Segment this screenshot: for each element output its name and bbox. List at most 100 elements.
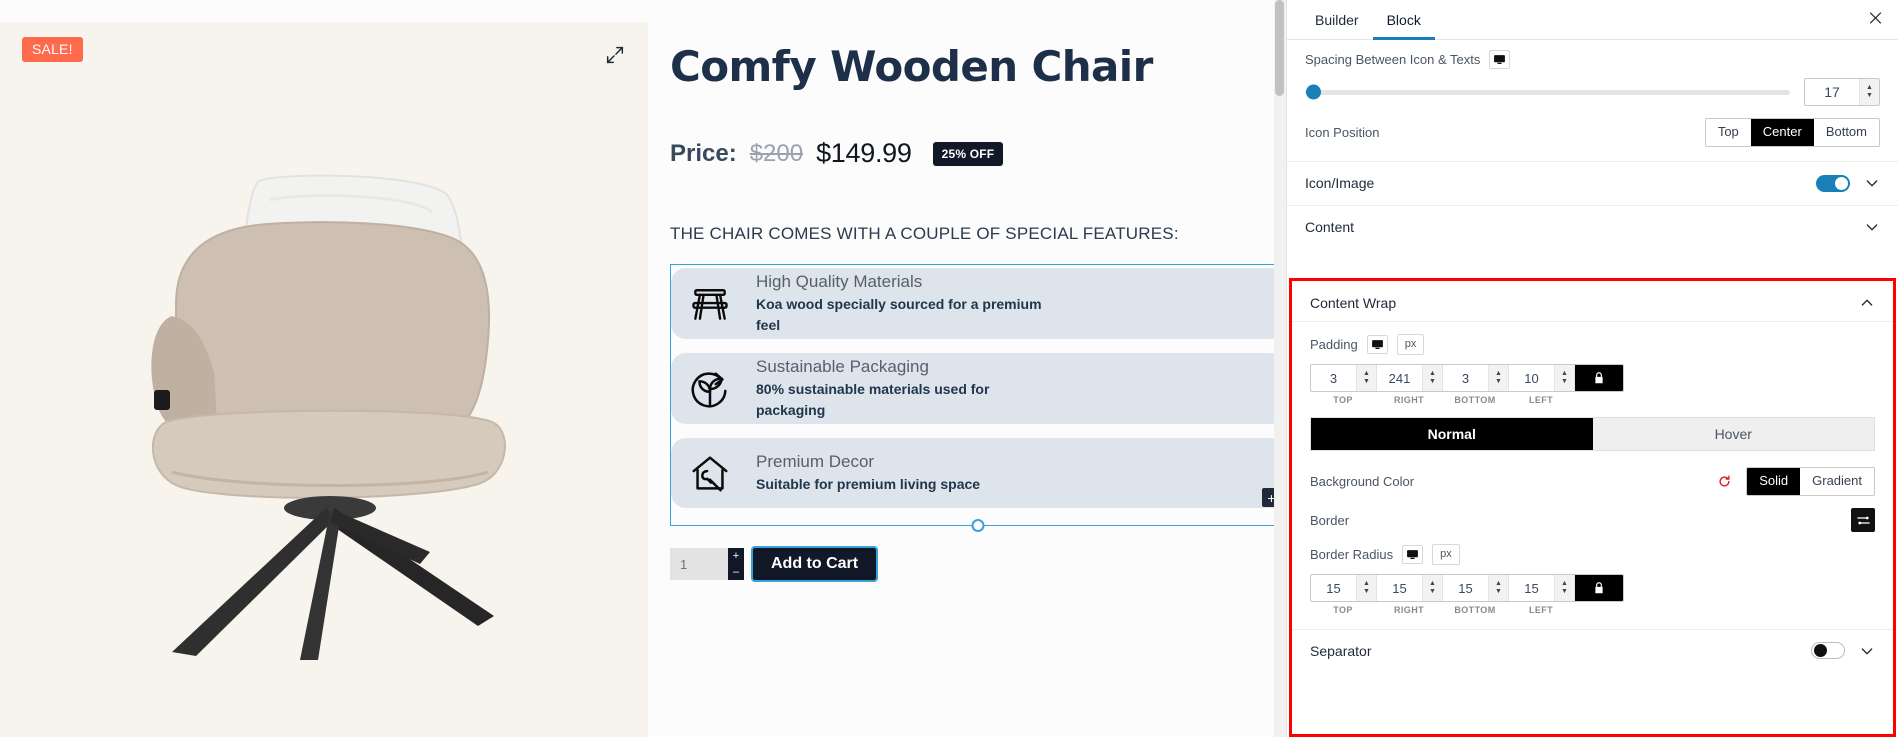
spinner-down-icon[interactable]: ▼ [1866,92,1873,99]
icon-position-segmented[interactable]: Top Center Bottom [1704,118,1880,147]
spacing-slider-thumb[interactable] [1306,84,1321,100]
separator-toggle[interactable] [1811,642,1845,660]
section-content-wrap[interactable]: Content Wrap [1292,281,1893,321]
spinner-down-icon[interactable]: ▼ [1429,378,1436,385]
chevron-down-icon[interactable] [1864,219,1880,235]
background-type-gradient[interactable]: Gradient [1800,468,1874,496]
border-radius-top-field[interactable]: ▲▼ [1311,575,1377,602]
chevron-up-icon[interactable] [1859,295,1875,311]
icon-position-center[interactable]: Center [1750,119,1814,146]
padding-right-field[interactable]: ▲▼ [1377,365,1443,392]
product-details: Comfy Wooden Chair Price: $200 $149.99 2… [648,0,1286,737]
panel-header: Builder Block [1287,0,1898,40]
spinner-down-icon[interactable]: ▼ [1561,588,1568,595]
icon-position-top[interactable]: Top [1705,119,1751,146]
padding-unit-px[interactable]: px [1396,334,1425,356]
quantity-increase-button[interactable]: + [728,548,744,565]
close-icon[interactable] [1867,9,1884,30]
spacing-slider-row: ▲ ▼ [1287,69,1898,118]
padding-right-input[interactable] [1377,370,1422,386]
chevron-down-icon[interactable] [1859,643,1875,659]
spinner-up-icon[interactable]: ▲ [1429,370,1436,377]
product-gallery: SALE! [0,22,648,737]
expand-icon[interactable] [604,44,626,66]
border-radius-unit-px[interactable]: px [1432,544,1460,566]
padding-lock-icon[interactable] [1575,365,1623,392]
desktop-icon[interactable] [1402,545,1424,565]
canvas-scrollbar[interactable] [1274,0,1286,737]
spinner-up-icon[interactable]: ▲ [1495,370,1502,377]
padding-caption-top: TOP [1333,395,1353,406]
spinner-up-icon[interactable]: ▲ [1561,370,1568,377]
add-to-cart-button[interactable]: Add to Cart [750,546,879,583]
padding-bottom-input[interactable] [1443,370,1488,386]
section-separator[interactable]: Separator [1292,630,1893,672]
spinner-up-icon[interactable]: ▲ [1495,580,1502,587]
padding-top-field[interactable]: ▲▼ [1311,365,1377,392]
spinner-down-icon[interactable]: ▼ [1561,378,1568,385]
section-icon-image[interactable]: Icon/Image [1287,162,1898,205]
background-type-segmented[interactable]: Solid Gradient [1746,467,1875,497]
tab-block[interactable]: Block [1373,0,1435,40]
background-color-label: Background Color [1310,474,1415,490]
section-content[interactable]: Content [1287,206,1898,248]
canvas-scrollbar-thumb[interactable] [1275,0,1284,96]
padding-bottom-field[interactable]: ▲▼ [1443,365,1509,392]
sliders-icon[interactable] [1851,508,1875,533]
spinner-up-icon[interactable]: ▲ [1561,580,1568,587]
padding-left-input[interactable] [1509,370,1554,386]
spinner-up-icon[interactable]: ▲ [1363,370,1370,377]
state-tabs[interactable]: Normal Hover [1310,417,1875,452]
quantity-stepper[interactable]: + – [670,548,744,581]
spinner-down-icon[interactable]: ▼ [1363,378,1370,385]
cart-row: + – Add to Cart [670,546,1286,583]
tab-builder[interactable]: Builder [1301,0,1373,40]
spinner-down-icon[interactable]: ▼ [1495,378,1502,385]
icon-position-bottom[interactable]: Bottom [1813,119,1879,146]
spacing-input[interactable] [1805,84,1859,100]
border-radius-right-field[interactable]: ▲▼ [1377,575,1443,602]
feature-title: High Quality Materials [756,272,923,292]
chevron-down-icon[interactable] [1864,175,1880,191]
spinner-up-icon[interactable]: ▲ [1363,580,1370,587]
border-radius-right-input[interactable] [1377,580,1422,596]
border-radius-bottom-field[interactable]: ▲▼ [1443,575,1509,602]
border-radius-label: Border Radius [1310,547,1394,563]
spinner-down-icon[interactable]: ▼ [1363,588,1370,595]
border-radius-bottom-input[interactable] [1443,580,1488,596]
feature-card[interactable]: Premium Decor Suitable for premium livin… [671,438,1285,509]
spacing-slider[interactable] [1305,84,1790,100]
feature-card[interactable]: High Quality Materials Koa wood speciall… [671,268,1285,340]
padding-left-field[interactable]: ▲▼ [1509,365,1575,392]
icon-image-toggle[interactable] [1816,174,1850,192]
spacing-number-field[interactable]: ▲ ▼ [1804,78,1880,106]
spacing-spinner[interactable]: ▲ ▼ [1859,79,1879,105]
features-block-selected[interactable]: High Quality Materials Koa wood speciall… [670,264,1286,533]
reset-icon[interactable] [1717,474,1732,489]
border-radius-left-field[interactable]: ▲▼ [1509,575,1575,602]
padding-fields: ▲▼ ▲▼ ▲▼ ▲▼ [1292,364,1893,393]
resize-handle[interactable] [971,519,985,533]
icon-position-label: Icon Position [1305,124,1380,140]
spinner-up-icon[interactable]: ▲ [1866,84,1873,91]
border-radius-lock-icon[interactable] [1575,575,1623,602]
border-radius-top-input[interactable] [1311,580,1356,596]
price-label: Price: [670,139,737,167]
price-current: $149.99 [816,138,912,169]
padding-top-input[interactable] [1311,370,1356,386]
spinner-up-icon[interactable]: ▲ [1429,580,1436,587]
border-radius-left-input[interactable] [1509,580,1554,596]
desktop-icon[interactable] [1366,335,1388,355]
panel-body: Spacing Between Icon & Texts ▲ ▼ [1287,40,1898,737]
state-tab-normal[interactable]: Normal [1311,418,1593,451]
features-heading: THE CHAIR COMES WITH A COUPLE OF SPECIAL… [670,224,1179,244]
quantity-decrease-button[interactable]: – [728,564,744,581]
desktop-icon[interactable] [1489,50,1511,69]
quantity-input[interactable] [670,548,728,581]
product-image[interactable] [0,72,648,672]
spinner-down-icon[interactable]: ▼ [1429,588,1436,595]
state-tab-hover[interactable]: Hover [1592,418,1874,451]
spinner-down-icon[interactable]: ▼ [1495,588,1502,595]
feature-card[interactable]: Sustainable Packaging 80% sustainable ma… [671,353,1285,425]
background-type-solid[interactable]: Solid [1747,468,1801,496]
